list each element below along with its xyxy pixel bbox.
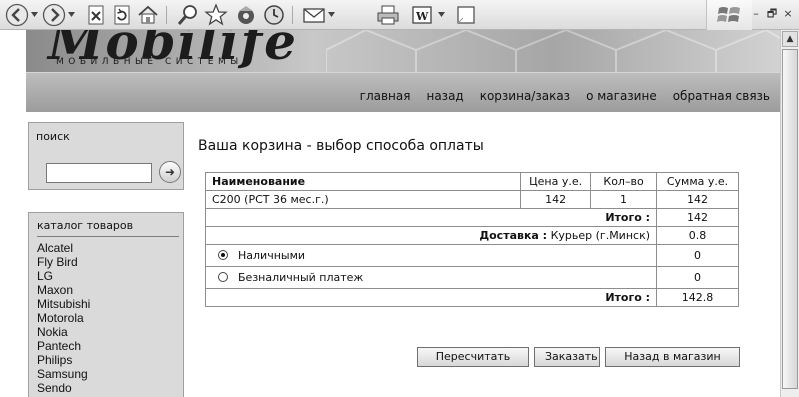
toolbar-separator: [292, 6, 293, 24]
search-icon[interactable]: [176, 3, 200, 27]
item-qty: 1: [590, 190, 658, 209]
item-sum: 142: [656, 190, 739, 209]
catalog-item-sendo[interactable]: Sendo: [37, 381, 90, 395]
windows-logo-icon: [706, 0, 752, 30]
catalog-box: каталог товаров Alcatel Fly Bird LG Maxo…: [28, 212, 184, 397]
catalog-item-alcatel[interactable]: Alcatel: [37, 241, 90, 255]
catalog-item-nokia[interactable]: Nokia: [37, 325, 90, 339]
site-logo-subtitle: МОБИЛЬНЫЕ СИСТЕМЫ: [56, 57, 243, 67]
edit-icon[interactable]: W: [410, 3, 434, 27]
svg-text:W: W: [415, 10, 429, 23]
nav-bar: главная назад корзина/заказ о магазине о…: [26, 72, 780, 112]
payment-cash-cell[interactable]: Наличными: [204, 244, 658, 267]
delivery-label: Доставка :: [479, 229, 548, 242]
col-header-qty: Кол–во: [590, 172, 658, 191]
catalog-item-motorola[interactable]: Motorola: [37, 311, 90, 325]
col-header-sum: Сумма у.е.: [656, 172, 739, 191]
subtotal-row: Итого : 142: [204, 208, 739, 227]
forward-dropdown-icon[interactable]: [68, 12, 75, 17]
forward-icon[interactable]: [42, 3, 66, 27]
catalog-divider: [37, 236, 179, 237]
edit-dropdown-icon[interactable]: [438, 12, 445, 17]
catalog-item-pantech[interactable]: Pantech: [37, 339, 90, 353]
total-label: Итого :: [204, 288, 658, 307]
restore-icon[interactable]: 🗗: [765, 7, 779, 21]
table-header-row: Наименование Цена у.е. Кол–во Сумма у.е.: [204, 172, 739, 191]
history-icon[interactable]: [262, 3, 286, 27]
search-input[interactable]: [46, 163, 152, 183]
catalog-list: Alcatel Fly Bird LG Maxon Mitsubishi Mot…: [37, 241, 90, 395]
order-button[interactable]: Заказать: [534, 347, 600, 367]
arrow-right-icon[interactable]: ➜: [159, 161, 181, 183]
discuss-icon[interactable]: [454, 3, 478, 27]
catalog-item-lg[interactable]: LG: [37, 269, 90, 283]
total-value: 142.8: [656, 288, 739, 307]
delivery-method: Курьер (г.Минск): [550, 229, 651, 242]
window-controls: – 🗗 ×: [747, 2, 795, 21]
nav-back-link[interactable]: назад: [426, 89, 463, 103]
nav-about-link[interactable]: о магазине: [586, 89, 657, 103]
home-icon[interactable]: [136, 3, 160, 27]
main-nav: главная назад корзина/заказ о магазине о…: [360, 89, 770, 103]
scroll-up-icon[interactable]: ▲: [782, 31, 798, 47]
subtotal-label: Итого :: [204, 208, 658, 227]
catalog-title: каталог товаров: [37, 219, 134, 232]
cart-actions: Пересчитать Заказать Назад в магазин: [417, 347, 740, 367]
print-icon[interactable]: [376, 3, 400, 27]
catalog-item-maxon[interactable]: Maxon: [37, 283, 90, 297]
payment-noncash-label[interactable]: Безналичный платеж: [238, 271, 363, 284]
vertical-scrollbar[interactable]: ▲: [780, 30, 799, 397]
refresh-icon[interactable]: [110, 3, 134, 27]
back-icon[interactable]: [5, 3, 29, 27]
mail-dropdown-icon[interactable]: [328, 12, 335, 17]
back-to-shop-button[interactable]: Назад в магазин: [605, 347, 740, 367]
payment-cash-label[interactable]: Наличными: [238, 249, 305, 262]
mail-icon[interactable]: [302, 3, 326, 27]
back-dropdown-icon[interactable]: [31, 12, 38, 17]
nav-cart-link[interactable]: корзина/заказ: [480, 89, 570, 103]
payment-cash-row: Наличными 0: [204, 244, 739, 267]
payment-cash-radio[interactable]: [218, 250, 228, 260]
left-sidebar: поиск ➜ каталог товаров Alcatel Fly Bird…: [26, 112, 188, 397]
delivery-value: 0.8: [656, 226, 739, 245]
favorites-icon[interactable]: [204, 3, 228, 27]
search-box: поиск ➜: [28, 122, 184, 190]
close-icon[interactable]: ×: [781, 7, 795, 21]
catalog-item-mitsubishi[interactable]: Mitsubishi: [37, 297, 90, 311]
payment-noncash-radio[interactable]: [218, 272, 228, 282]
subtotal-value: 142: [656, 208, 739, 227]
payment-noncash-row: Безналичный платеж 0: [204, 266, 739, 289]
cart-table: Наименование Цена у.е. Кол–во Сумма у.е.…: [204, 172, 739, 307]
nav-feedback-link[interactable]: обратная связь: [673, 89, 770, 103]
nav-home-link[interactable]: главная: [360, 89, 411, 103]
catalog-item-philips[interactable]: Philips: [37, 353, 90, 367]
toolbar-separator: [166, 6, 167, 24]
item-name: C200 (РСТ 36 мес.г.): [204, 190, 522, 209]
col-header-price: Цена у.е.: [520, 172, 592, 191]
media-icon[interactable]: [234, 3, 258, 27]
page-title: Ваша корзина - выбор способа оплаты: [198, 138, 484, 154]
catalog-item-fly-bird[interactable]: Fly Bird: [37, 255, 90, 269]
delivery-row: Доставка : Курьер (г.Минск) 0.8: [204, 226, 739, 245]
col-header-name: Наименование: [204, 172, 522, 191]
web-page: Mobilife МОБИЛЬНЫЕ СИСТЕМЫ главная назад…: [0, 30, 780, 397]
payment-cash-value: 0: [656, 244, 739, 267]
item-price: 142: [520, 190, 592, 209]
total-row: Итого : 142.8: [204, 288, 739, 307]
delivery-cell: Доставка : Курьер (г.Минск): [204, 226, 658, 245]
recalculate-button[interactable]: Пересчитать: [417, 347, 529, 367]
browser-toolbar: W – 🗗 ×: [0, 0, 799, 30]
scroll-thumb[interactable]: [782, 49, 798, 389]
catalog-item-samsung[interactable]: Samsung: [37, 367, 90, 381]
table-row: C200 (РСТ 36 мес.г.) 142 1 142: [204, 190, 739, 209]
payment-noncash-cell[interactable]: Безналичный платеж: [204, 266, 658, 289]
stop-icon[interactable]: [84, 3, 108, 27]
minimize-icon[interactable]: –: [749, 7, 763, 21]
search-title: поиск: [36, 130, 70, 143]
payment-noncash-value: 0: [656, 266, 739, 289]
